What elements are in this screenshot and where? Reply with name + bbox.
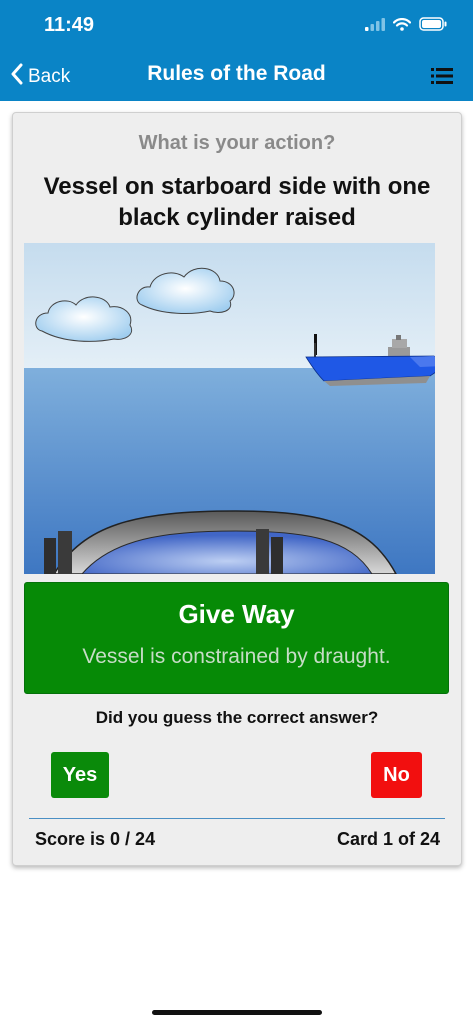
flash-card: What is your action? Vessel on starboard… bbox=[12, 112, 462, 866]
card-counter: Card 1 of 24 bbox=[336, 829, 440, 849]
yes-button[interactable]: Yes bbox=[51, 752, 109, 798]
status-icons bbox=[365, 17, 447, 36]
home-indicator[interactable] bbox=[152, 1010, 322, 1015]
question-text: Vessel on starboard side with one black … bbox=[43, 173, 431, 231]
status-time: 11:49 bbox=[44, 14, 95, 36]
scene-illustration bbox=[24, 243, 435, 574]
answer-panel: Give Way Vessel is constrained by draugh… bbox=[24, 582, 449, 694]
no-button[interactable]: No bbox=[371, 752, 422, 798]
nav-bar: Back Rules of the Road bbox=[0, 54, 473, 101]
menu-button[interactable] bbox=[431, 66, 453, 91]
answer-title: Give Way bbox=[178, 599, 295, 629]
score-text: Score is 0 / 24 bbox=[35, 829, 156, 849]
divider bbox=[29, 818, 445, 819]
question-label: What is your action? bbox=[138, 132, 336, 154]
battery-icon bbox=[419, 17, 447, 36]
wifi-icon bbox=[392, 17, 412, 36]
status-bar: 11:49 bbox=[0, 0, 473, 54]
list-icon bbox=[431, 68, 453, 90]
page-title: Rules of the Road bbox=[147, 62, 326, 85]
correct-answer-prompt: Did you guess the correct answer? bbox=[95, 708, 379, 727]
answer-explanation: Vessel is constrained by draught. bbox=[82, 645, 391, 668]
signal-icon bbox=[365, 17, 385, 36]
